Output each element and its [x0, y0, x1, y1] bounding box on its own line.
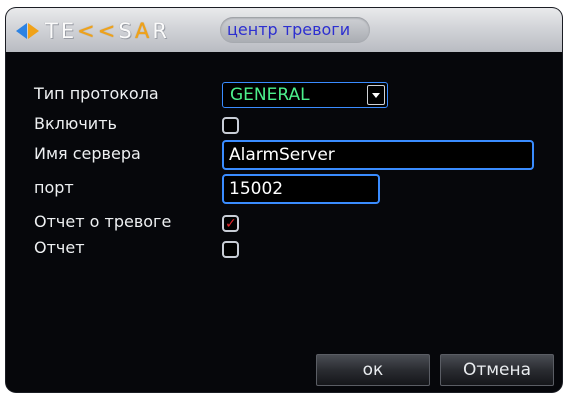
dropdown-button[interactable] [367, 85, 385, 105]
protocol-type-select[interactable]: GENERAL [222, 82, 388, 108]
brand-logo: TE<<SAR [16, 19, 171, 43]
server-name-input[interactable] [224, 142, 532, 168]
alarm-center-dialog: TE<<SAR центр тревоги Тип протокола GENE… [6, 8, 562, 392]
port-label: порт [34, 178, 74, 197]
server-name-label: Имя сервера [34, 144, 141, 163]
cancel-button[interactable]: Отмена [440, 354, 554, 386]
port-field[interactable] [222, 174, 380, 204]
logo-arrows-icon [16, 23, 39, 39]
port-input[interactable] [224, 176, 378, 202]
chevron-down-icon [372, 93, 380, 98]
alarm-report-checkbox[interactable]: ✓ [222, 215, 239, 232]
enable-label: Включить [34, 114, 117, 133]
report-checkbox[interactable] [222, 241, 239, 258]
server-name-field[interactable] [222, 140, 534, 170]
logo-wordmark: TE<<SAR [45, 19, 171, 43]
checkmark-icon: ✓ [225, 216, 237, 232]
title-bar: TE<<SAR центр тревоги [6, 8, 562, 52]
protocol-type-value: GENERAL [230, 85, 310, 105]
enable-checkbox[interactable] [222, 117, 239, 134]
protocol-type-label: Тип протокола [34, 84, 159, 103]
report-label: Отчет [34, 238, 85, 257]
ok-button[interactable]: ок [316, 354, 430, 386]
tab-alarm-center[interactable]: центр тревоги [220, 17, 370, 43]
alarm-report-label: Отчет о тревоге [34, 212, 172, 231]
tab-label: центр тревоги [227, 20, 351, 39]
